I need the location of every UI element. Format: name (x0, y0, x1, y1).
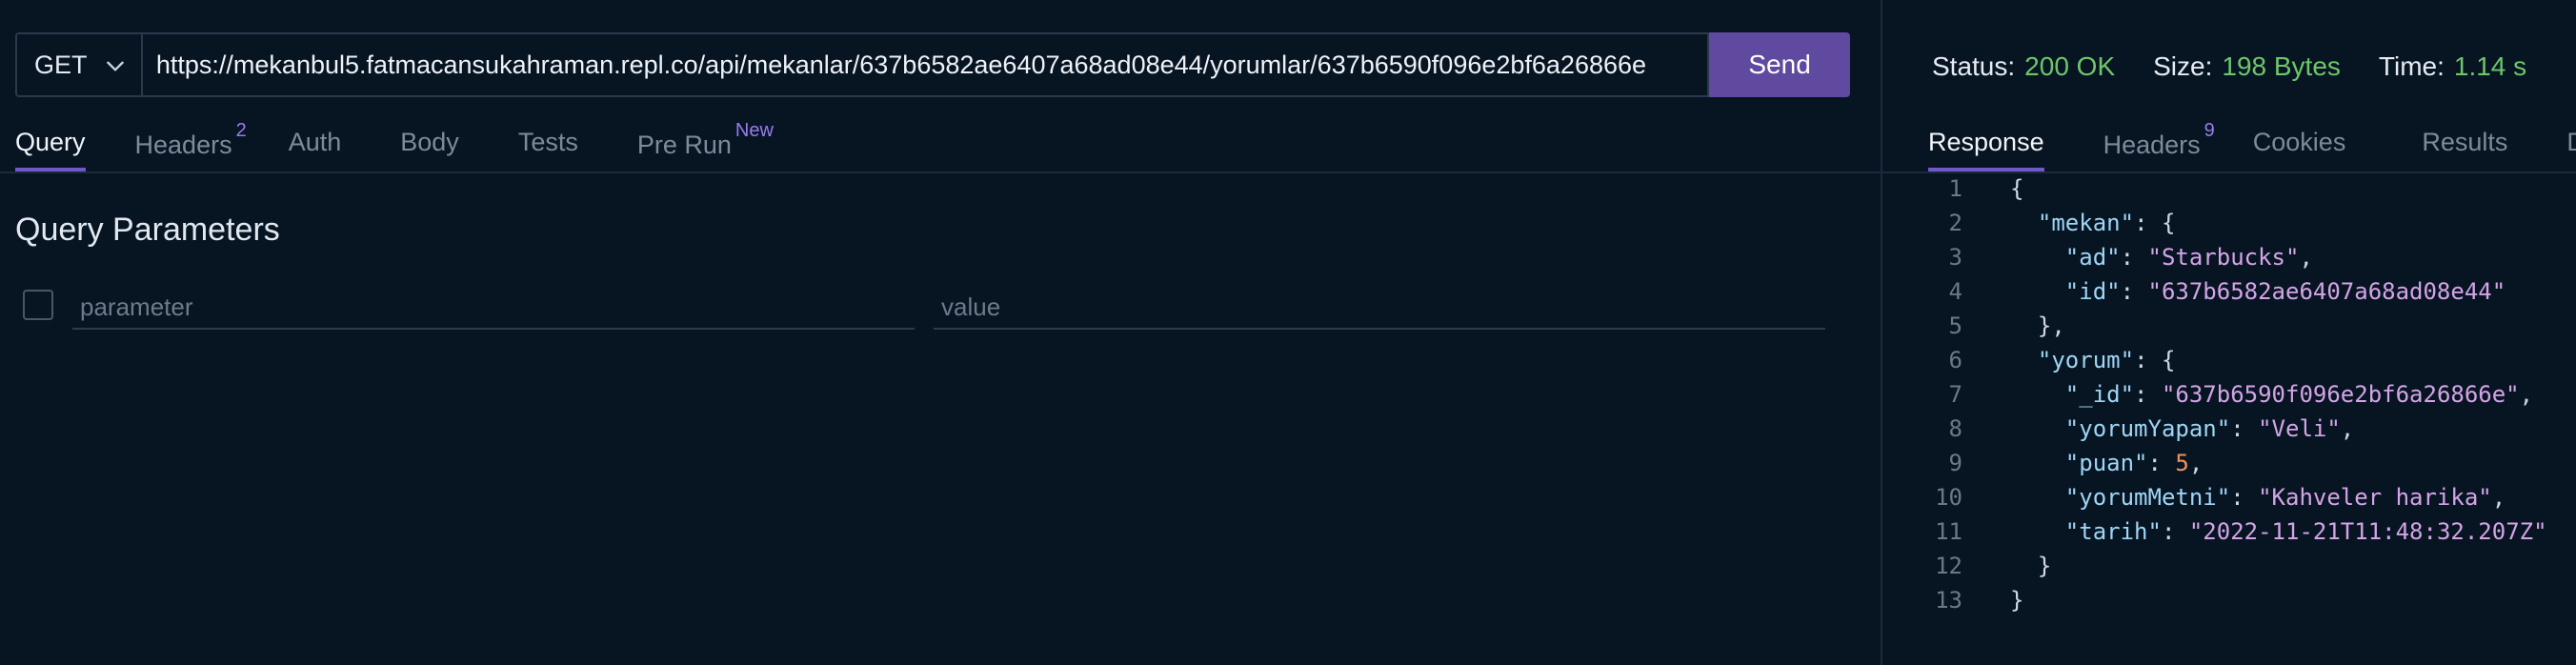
code-line: 3 "ad": "Starbucks", (1882, 240, 2547, 274)
line-number: 9 (1948, 450, 1962, 476)
tab-query-label: Query (15, 128, 86, 156)
json-string: "Veli" (2258, 415, 2341, 442)
tab-pre-run-label: Pre Run (636, 131, 732, 159)
json-string: "637b6590f096e2bf6a26866e" (2161, 381, 2520, 408)
response-meta: Status: 200 OK Size: 198 Bytes Time: 1.1… (1932, 51, 2565, 82)
json-string: "2022-11-21T11:48:32.207Z" (2188, 518, 2547, 545)
tab-pre-run-badge: New (735, 120, 774, 141)
line-number: 12 (1935, 553, 1962, 579)
tab-response-label: Response (1928, 128, 2044, 156)
code-line: 6 "yorum": { (1882, 343, 2547, 377)
json-string: "Kahveler harika" (2258, 484, 2492, 511)
code-line: 10 "yorumMetni": "Kahveler harika", (1882, 480, 2547, 514)
json-key: "yorumMetni" (2064, 484, 2231, 511)
size-value: 198 Bytes (2222, 51, 2341, 81)
json-string: "Starbucks" (2147, 244, 2300, 271)
tab-results-label: Results (2422, 128, 2508, 156)
code-line: 9 "puan": 5, (1882, 446, 2547, 480)
tab-overflow-label: D (2566, 128, 2576, 156)
tab-query[interactable]: Query (15, 122, 86, 171)
code-line: 4 "id": "637b6582ae6407a68ad08e44" (1882, 274, 2547, 309)
method-select[interactable]: GET (15, 32, 141, 97)
code-line: 13} (1882, 583, 2547, 617)
value-input[interactable]: value (934, 286, 1825, 330)
response-body: 1{ 2 "mekan": { 3 "ad": "Starbucks", 4 "… (1882, 171, 2547, 617)
request-panel: GET https://mekanbul5.fatmacansukahraman… (0, 0, 1881, 665)
status-label: Status: (1932, 51, 2016, 81)
code-line: 8 "yorumYapan": "Veli", (1882, 412, 2547, 446)
code-line: 12 } (1882, 549, 2547, 583)
json-key: "yorum" (2037, 347, 2135, 373)
query-parameters-title: Query Parameters (15, 212, 280, 248)
send-button[interactable]: Send (1709, 32, 1850, 97)
url-bar: GET https://mekanbul5.fatmacansukahraman… (15, 32, 1850, 97)
tab-auth[interactable]: Auth (289, 122, 342, 171)
tab-response-headers[interactable]: Headers 9 (2103, 120, 2215, 171)
line-number: 6 (1948, 347, 1962, 373)
json-number: 5 (2175, 450, 2189, 476)
chevron-down-icon (107, 61, 124, 71)
tab-response-headers-badge: 9 (2204, 120, 2215, 141)
param-checkbox[interactable] (23, 290, 53, 320)
tab-cookies-label: Cookies (2252, 128, 2346, 156)
time-label: Time: (2378, 51, 2445, 81)
tab-headers[interactable]: Headers 2 (134, 120, 247, 171)
tab-overflow[interactable]: D (2566, 122, 2576, 171)
size-label: Size: (2153, 51, 2213, 81)
line-number: 13 (1935, 587, 1962, 614)
json-key: "_id" (2064, 381, 2135, 408)
line-number: 11 (1935, 518, 1962, 545)
tab-pre-run[interactable]: Pre Run New (636, 120, 774, 171)
code-line: 11 "tarih": "2022-11-21T11:48:32.207Z" (1882, 514, 2547, 549)
tab-tests-label: Tests (517, 128, 578, 156)
tab-body-label: Body (400, 128, 459, 156)
json-key: "tarih" (2064, 518, 2162, 545)
time-value: 1.14 s (2453, 51, 2527, 81)
url-input[interactable]: https://mekanbul5.fatmacansukahraman.rep… (140, 32, 1710, 97)
json-key: "mekan" (2037, 210, 2135, 236)
line-number: 10 (1935, 484, 1962, 511)
tab-headers-label: Headers (134, 131, 232, 159)
tab-headers-badge: 2 (235, 120, 247, 141)
tabs-divider (0, 171, 1881, 173)
line-number: 5 (1948, 312, 1962, 339)
response-panel: Status: 200 OK Size: 198 Bytes Time: 1.1… (1882, 0, 2576, 665)
line-number: 3 (1948, 244, 1962, 271)
tab-response[interactable]: Response (1928, 122, 2044, 171)
line-number: 1 (1948, 175, 1962, 202)
line-number: 8 (1948, 415, 1962, 442)
request-tabs: Query Headers 2 Auth Body Tests Pre Run Ne… (15, 120, 774, 171)
tab-response-headers-label: Headers (2103, 131, 2201, 159)
tab-cookies[interactable]: Cookies (2253, 122, 2346, 171)
tab-body[interactable]: Body (400, 122, 459, 171)
code-line: 1{ (1882, 171, 2547, 206)
json-string: "637b6582ae6407a68ad08e44" (2147, 278, 2506, 305)
response-tabs: Response Headers9 Cookies Results D (1928, 120, 2576, 171)
tab-tests[interactable]: Tests (518, 122, 578, 171)
code-line: 2 "mekan": { (1882, 206, 2547, 240)
json-key: "id" (2064, 278, 2121, 305)
parameter-input[interactable]: parameter (72, 286, 915, 330)
line-number: 7 (1948, 381, 1962, 408)
json-key: "ad" (2064, 244, 2121, 271)
code-line: 5 }, (1882, 309, 2547, 343)
method-label: GET (34, 50, 88, 79)
line-number: 2 (1948, 210, 1962, 236)
json-key: "yorumYapan" (2064, 415, 2231, 442)
tab-auth-label: Auth (288, 128, 342, 156)
line-number: 4 (1948, 278, 1962, 305)
code-line: 7 "_id": "637b6590f096e2bf6a26866e", (1882, 377, 2547, 412)
tab-results[interactable]: Results (2422, 122, 2507, 171)
json-key: "puan" (2064, 450, 2148, 476)
status-value: 200 OK (2024, 51, 2116, 81)
